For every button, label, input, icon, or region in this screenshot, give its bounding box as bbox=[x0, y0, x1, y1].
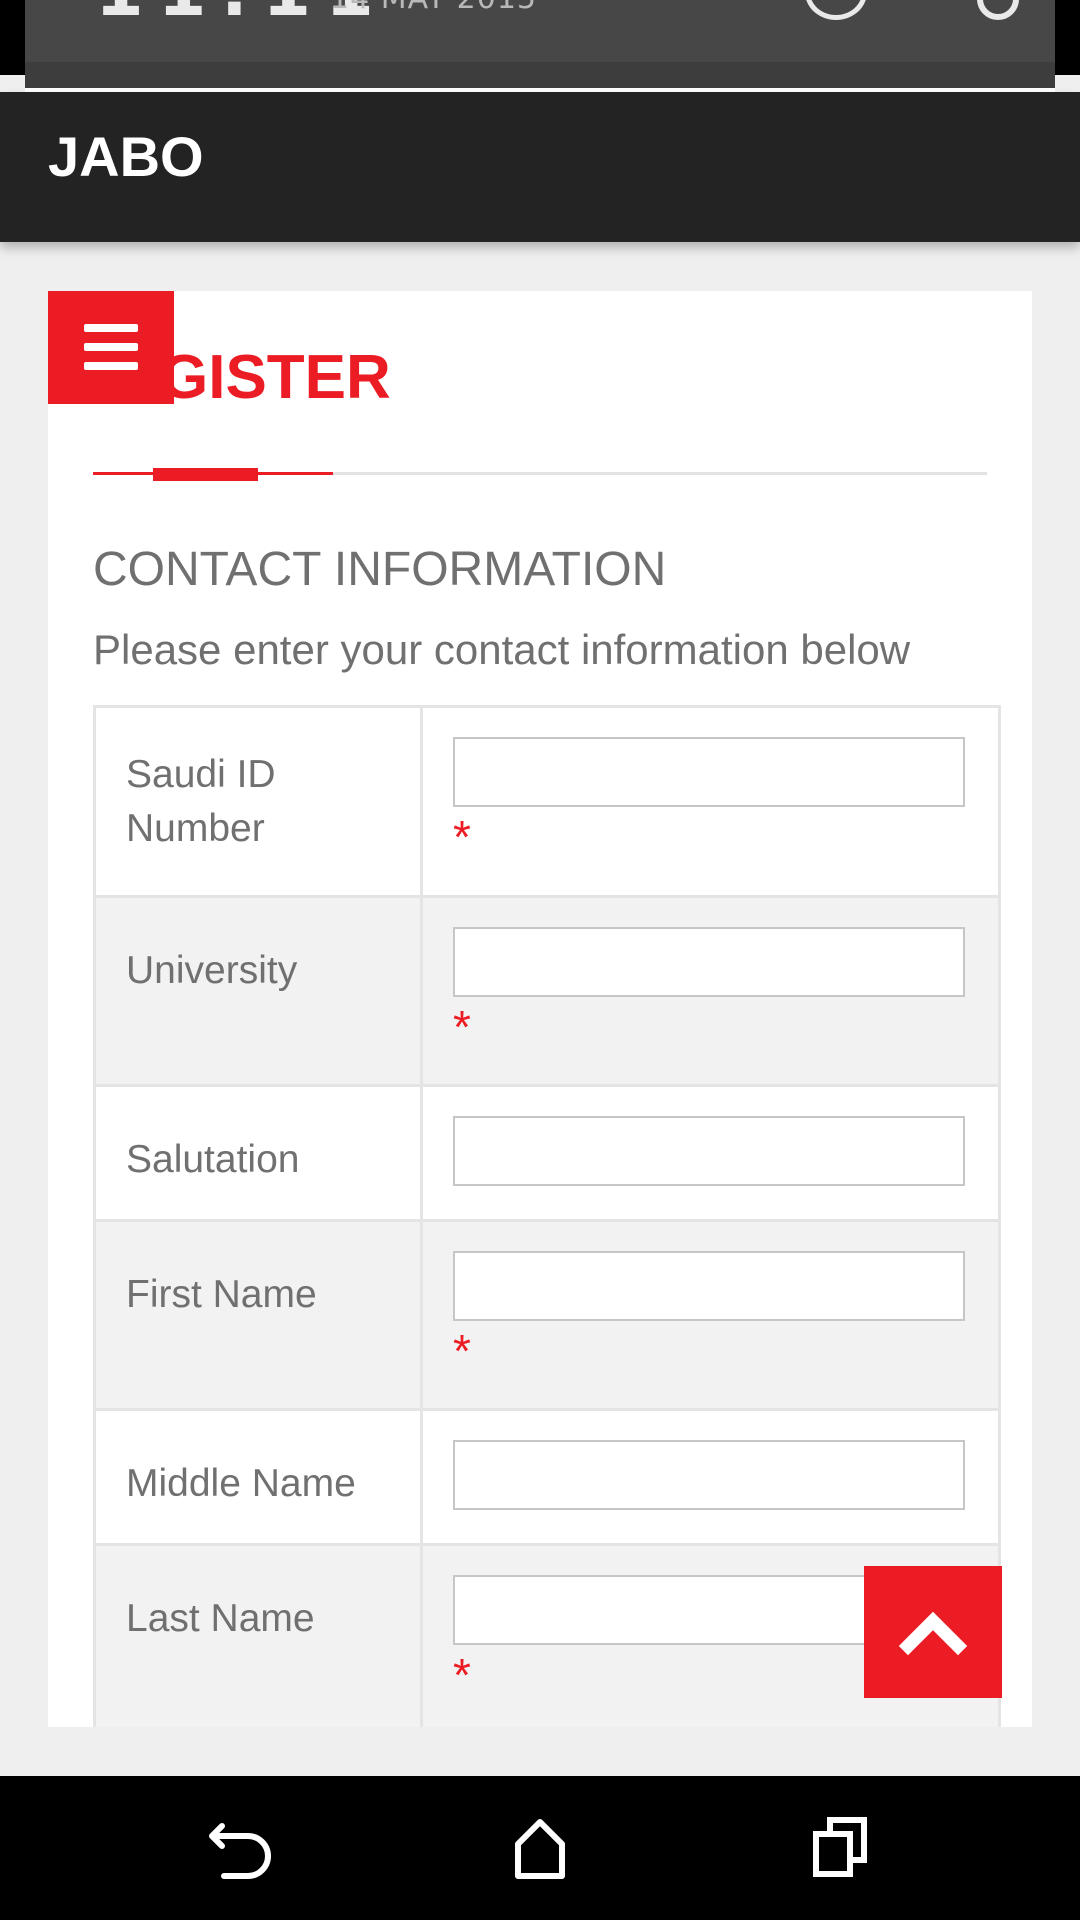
university-input[interactable] bbox=[453, 927, 965, 997]
field-label: Middle Name bbox=[93, 1408, 423, 1546]
home-icon bbox=[515, 1819, 565, 1879]
salutation-input[interactable] bbox=[453, 1116, 965, 1186]
field-label: Last Name bbox=[93, 1543, 423, 1735]
field-label: Saudi ID Number bbox=[93, 705, 423, 898]
field-label: University bbox=[93, 895, 423, 1087]
settings-icon[interactable] bbox=[977, 0, 1019, 20]
form-row-first-name: First Name * bbox=[93, 1219, 1001, 1411]
home-button[interactable] bbox=[490, 1796, 590, 1896]
section-subtitle: Please enter your contact information be… bbox=[93, 626, 911, 673]
recent-apps-button[interactable] bbox=[790, 1796, 890, 1896]
required-marker: * bbox=[453, 811, 471, 863]
section-title: CONTACT INFORMATION bbox=[93, 543, 667, 596]
recent-apps-icon bbox=[813, 1817, 867, 1877]
page-title: GISTER bbox=[160, 343, 391, 412]
chevron-up-icon bbox=[898, 1611, 968, 1656]
form-row-saudi-id: Saudi ID Number * bbox=[93, 705, 1001, 898]
field-label: Salutation bbox=[93, 1084, 423, 1222]
required-marker: * bbox=[453, 1325, 471, 1377]
form-row-university: University * bbox=[93, 895, 1001, 1087]
back-button[interactable] bbox=[190, 1796, 290, 1896]
notification-shade-header: 11:11 14 MAY 2015 bbox=[25, 0, 1055, 92]
middle-name-input[interactable] bbox=[453, 1440, 965, 1510]
form-row-middle-name: Middle Name bbox=[93, 1408, 1001, 1546]
scroll-to-top-button[interactable] bbox=[864, 1566, 1002, 1698]
clock-date: 14 MAY 2015 bbox=[330, 0, 537, 14]
alarm-icon[interactable] bbox=[805, 0, 867, 20]
menu-button[interactable] bbox=[48, 291, 174, 404]
site-logo[interactable]: JABO bbox=[48, 122, 204, 192]
first-name-input[interactable] bbox=[453, 1251, 965, 1321]
back-icon bbox=[209, 1823, 271, 1879]
site-header: JABO bbox=[0, 92, 1080, 242]
saudi-id-input[interactable] bbox=[453, 737, 965, 807]
form-row-salutation: Salutation bbox=[93, 1084, 1001, 1222]
system-navigation-bar bbox=[0, 1776, 1080, 1920]
field-label: First Name bbox=[93, 1219, 423, 1411]
required-marker: * bbox=[453, 1001, 471, 1053]
